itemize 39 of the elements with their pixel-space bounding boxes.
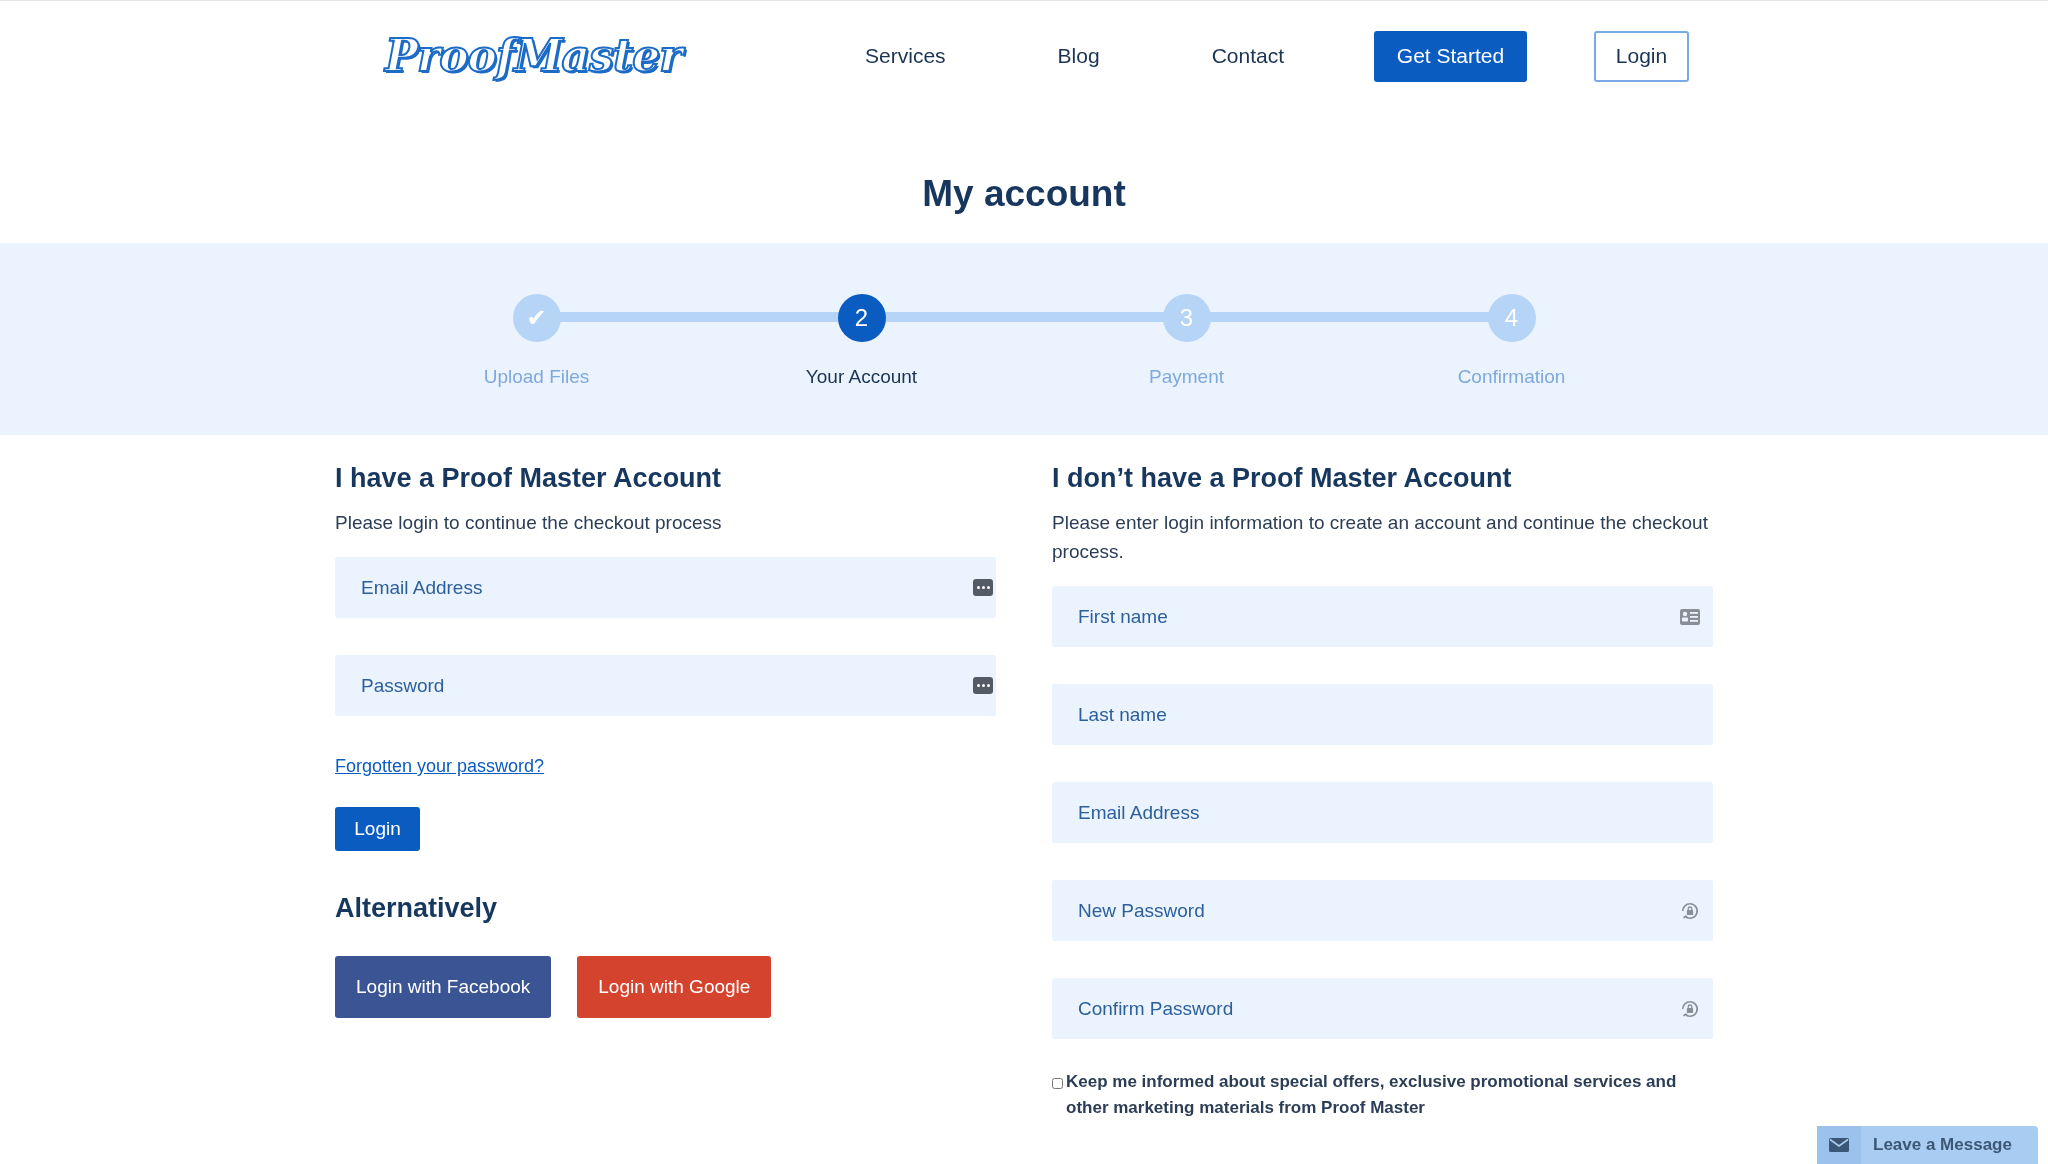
step-label: Upload Files bbox=[483, 366, 590, 388]
step-marker: ✔ bbox=[512, 294, 561, 342]
newsletter-checkbox[interactable] bbox=[1052, 1078, 1063, 1089]
step-label: Payment bbox=[1149, 366, 1224, 388]
step-label: Confirmation bbox=[1457, 366, 1566, 388]
key-lock-icon[interactable] bbox=[1680, 999, 1700, 1018]
step-marker: 3 bbox=[1162, 294, 1211, 342]
input-field[interactable]: Email Address bbox=[1052, 782, 1713, 843]
step-marker: 2 bbox=[837, 294, 886, 342]
step-marker: 4 bbox=[1487, 294, 1536, 342]
logo[interactable]: ProofMaster bbox=[377, 21, 690, 91]
input-field[interactable]: Password bbox=[335, 655, 996, 716]
login-button[interactable]: Login bbox=[335, 807, 420, 851]
nav-link[interactable]: Contact bbox=[1211, 44, 1284, 68]
input-field[interactable]: First name bbox=[1052, 586, 1713, 647]
leave-message-button[interactable]: Leave a Message bbox=[1817, 1126, 2038, 1164]
page-title: My account bbox=[921, 173, 1127, 215]
input-field[interactable]: New Password bbox=[1052, 880, 1713, 941]
intro-text: Please login to continue the checkout process bbox=[335, 511, 722, 535]
nav-link[interactable]: Services bbox=[865, 44, 946, 68]
section-heading: I have a Proof Master Account bbox=[335, 463, 722, 494]
input-field[interactable]: Last name bbox=[1052, 684, 1713, 745]
section-heading: Alternatively bbox=[335, 893, 498, 924]
input-field[interactable]: Email Address bbox=[335, 557, 996, 618]
login-button[interactable]: Login bbox=[1594, 30, 1689, 82]
newsletter-label: Keep me informed about special offers, exclusive promotional services and other marketing materials from Proof Master bbox=[1066, 1071, 1678, 1119]
key-lock-icon[interactable] bbox=[1680, 901, 1700, 920]
social-login-button[interactable]: Login with Google bbox=[577, 956, 772, 1018]
get-started-button[interactable]: Get Started bbox=[1374, 30, 1527, 82]
password-manager-icon[interactable] bbox=[973, 579, 993, 596]
section-heading: I don’t have a Proof Master Account bbox=[1052, 463, 1512, 494]
social-login-button[interactable]: Login with Facebook bbox=[335, 956, 552, 1018]
input-field[interactable]: Confirm Password bbox=[1052, 978, 1713, 1039]
nav-link[interactable]: Blog bbox=[1057, 44, 1100, 68]
mail-icon bbox=[1829, 1138, 1849, 1152]
step-label: Your Account bbox=[805, 366, 918, 388]
intro-text: Please enter login information to create an account and continue the checkout process. bbox=[1052, 511, 1709, 564]
password-manager-icon[interactable] bbox=[973, 677, 993, 694]
forgot-password-link[interactable]: Forgotten your password? bbox=[335, 756, 545, 777]
